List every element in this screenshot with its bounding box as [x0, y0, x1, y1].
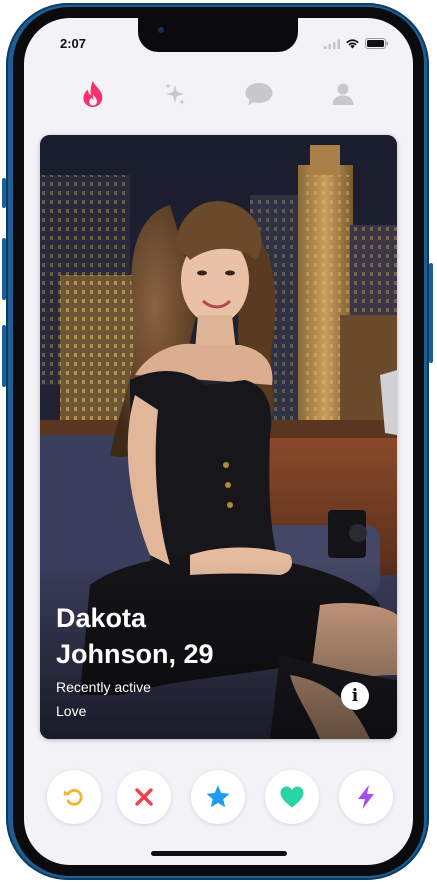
profile-info-button[interactable]: i [341, 682, 369, 710]
status-indicators [324, 38, 389, 49]
volume-down-button [2, 325, 6, 387]
rewind-icon [63, 789, 83, 806]
info-icon: i [351, 685, 359, 706]
boost-button[interactable] [339, 770, 393, 824]
home-indicator[interactable] [151, 851, 287, 856]
super-like-button[interactable] [191, 770, 245, 824]
chat-bubble-icon [245, 83, 273, 106]
profile-first-name: Dakota [56, 603, 147, 633]
nav-explore-tab[interactable] [157, 76, 193, 112]
signal-icon [324, 39, 340, 49]
wifi-icon [346, 39, 359, 49]
nav-messages-tab[interactable] [241, 76, 277, 112]
profile-last-name-age: Johnson, 29 [56, 639, 214, 669]
bolt-icon [358, 785, 374, 809]
heart-icon [280, 786, 304, 808]
status-time: 2:07 [60, 36, 87, 51]
sparkle-icon [165, 83, 185, 105]
relationship-goal: Love [56, 703, 87, 719]
star-icon [206, 785, 230, 808]
nope-button[interactable] [117, 770, 171, 824]
activity-status: Recently active [56, 679, 151, 695]
power-button [429, 263, 433, 363]
close-icon [135, 788, 153, 806]
top-nav [24, 76, 413, 112]
camera-dot [158, 27, 164, 33]
profile-card[interactable]: Dakota Johnson, 29 Recently active Love … [40, 135, 397, 739]
flame-icon [83, 81, 103, 107]
app-screen: 2:07 Dakota Johnson, 29 Recently active … [24, 18, 413, 865]
mute-switch [2, 178, 6, 208]
nav-flame-tab[interactable] [75, 76, 111, 112]
action-bar [24, 770, 413, 824]
nav-profile-tab[interactable] [325, 76, 361, 112]
like-button[interactable] [265, 770, 319, 824]
battery-icon [365, 38, 388, 49]
profile-name: Dakota Johnson, 29 [56, 600, 316, 672]
profile-icon [332, 83, 354, 105]
rewind-button[interactable] [47, 770, 101, 824]
volume-up-button [2, 238, 6, 300]
notch [138, 18, 298, 52]
